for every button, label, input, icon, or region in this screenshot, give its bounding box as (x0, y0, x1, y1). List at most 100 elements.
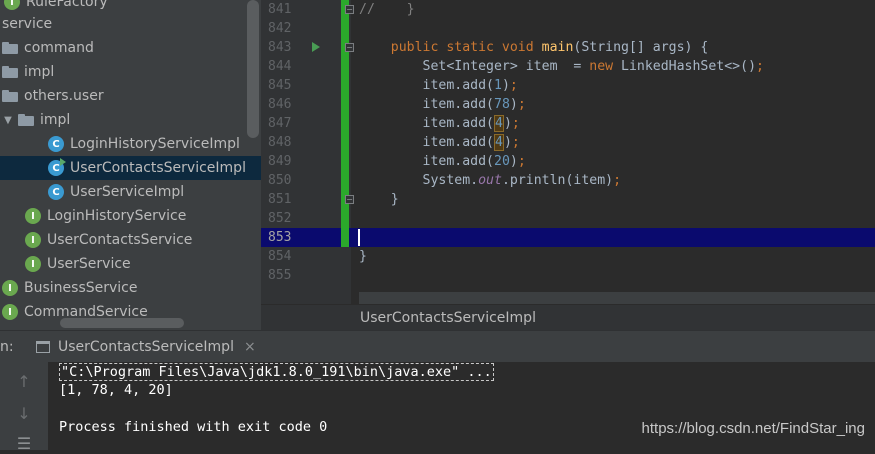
interface-icon: I (25, 256, 41, 272)
code-text: item.add( (422, 154, 494, 169)
run-gutter-icon[interactable] (312, 42, 320, 52)
package-icon (2, 66, 18, 78)
breadcrumb-item[interactable]: UserContactsServiceImpl (360, 310, 536, 326)
tree-item-label: others.user (24, 88, 104, 104)
runnable-class-icon: C (48, 158, 66, 176)
tree-item-label: UserServiceImpl (70, 184, 185, 200)
code-text: .println(item) (501, 173, 614, 188)
tree-item-label: BusinessService (24, 280, 138, 296)
tree-item-impl[interactable]: impl (0, 60, 261, 84)
soft-wrap-icon[interactable]: ☰ (14, 434, 34, 454)
fold-icon[interactable]: − (345, 5, 354, 14)
tree-horizontal-scrollbar[interactable] (60, 318, 184, 328)
tree-item-label: LoginHistoryServiceImpl (70, 136, 240, 152)
class-icon: C (48, 184, 64, 200)
tree-item-loginhistoryservice[interactable]: I LoginHistoryService (0, 204, 261, 228)
duplicate-value-highlight: 4 (494, 134, 504, 151)
code-line-850: System.out.println(item); (359, 171, 875, 190)
code-line-851: } (359, 190, 875, 209)
fold-icon[interactable]: − (345, 43, 354, 52)
interface-icon: I (2, 304, 18, 320)
console-exit-line: Process finished with exit code 0 (59, 419, 328, 435)
tree-item-usercontactsservice[interactable]: I UserContactsService (0, 228, 261, 252)
tree-item-label: LoginHistoryService (47, 208, 187, 224)
text-caret (358, 229, 360, 246)
tree-item-userservice[interactable]: I UserService (0, 252, 261, 276)
run-tab[interactable]: UserContactsServiceImpl × (28, 333, 264, 361)
tree-item-loginhistoryserviceimpl[interactable]: C LoginHistoryServiceImpl (0, 132, 261, 156)
class-icon: C (48, 136, 64, 152)
scroll-down-icon[interactable]: ↓ (14, 404, 34, 424)
code-line-841: // } (359, 2, 415, 17)
scroll-up-icon[interactable]: ↑ (14, 372, 34, 392)
tree-item-service[interactable]: service (0, 12, 261, 36)
breadcrumb[interactable]: UserContactsServiceImpl (261, 304, 875, 331)
number-literal: 78 (494, 97, 510, 112)
tree-item-userserviceimpl[interactable]: C UserServiceImpl (0, 180, 261, 204)
code-text: item.add( (422, 135, 494, 150)
code-line-848: item.add(4); (359, 133, 875, 152)
code-text: } (390, 192, 399, 207)
vcs-change-marker[interactable] (341, 0, 349, 228)
code-line-854: } (359, 247, 875, 266)
package-icon (18, 114, 34, 126)
code-text: item.add( (422, 78, 494, 93)
code-line-847: item.add(4); (359, 114, 875, 133)
run-panel-header: n: UserContactsServiceImpl × (0, 330, 875, 363)
tree-item-businessservice[interactable]: I BusinessService (0, 276, 261, 300)
console-window-icon (36, 341, 50, 353)
semicolon: ; (517, 97, 526, 112)
interface-icon: I (4, 0, 20, 10)
semicolon: ; (511, 135, 520, 150)
watermark: https://blog.csdn.net/FindStar_ing (641, 420, 865, 437)
project-tree: I RuleFactory service command impl other… (0, 0, 261, 330)
tree-item-command[interactable]: command (0, 36, 261, 60)
code-text: (String[] args) { (573, 40, 709, 55)
code-text: } (359, 249, 367, 264)
line-number-current: 853 (268, 230, 292, 245)
interface-icon: I (25, 232, 41, 248)
static-field: out (478, 173, 502, 188)
interface-icon: I (25, 208, 41, 224)
tree-item-label: command (24, 40, 94, 56)
tree-vertical-scrollbar[interactable] (247, 0, 259, 138)
tree-item-label: RuleFactory (26, 0, 108, 10)
tree-item-impl-open[interactable]: ▼ impl (0, 108, 261, 132)
fold-icon[interactable]: − (345, 195, 354, 204)
tree-item-usercontactsserviceimpl[interactable]: C UserContactsServiceImpl (0, 156, 261, 180)
code-line-845: item.add(1); (359, 76, 875, 95)
current-line-highlight (261, 228, 875, 247)
semicolon: ; (517, 154, 526, 169)
code-text: item.add( (422, 97, 494, 112)
code-text: System. (422, 173, 479, 188)
line-number: 850 (268, 173, 292, 188)
tree-item-others-user[interactable]: others.user (0, 84, 261, 108)
package-icon (2, 42, 18, 54)
line-number: 841 (268, 2, 292, 17)
semicolon: ; (756, 59, 764, 74)
close-icon[interactable]: × (244, 339, 256, 355)
tree-item-label: UserService (47, 256, 131, 272)
keyword: new (589, 59, 614, 74)
vcs-change-marker[interactable] (341, 228, 349, 247)
code-text: ) (509, 97, 518, 112)
number-literal: 1 (494, 78, 502, 93)
line-number: 854 (268, 249, 292, 264)
code-line-844: Set<Integer> item = new LinkedHashSet<>(… (359, 57, 875, 76)
code-text: ) (503, 135, 512, 150)
code-text: ) (503, 116, 512, 131)
tree-item-label: service (2, 16, 53, 32)
line-number: 844 (268, 59, 292, 74)
chevron-down-icon[interactable]: ▼ (2, 114, 14, 126)
line-number: 842 (268, 21, 292, 36)
keyword: public static void (390, 40, 542, 55)
tree-item-label: UserContactsService (47, 232, 193, 248)
line-number: 855 (268, 268, 292, 283)
line-number: 852 (268, 211, 292, 226)
editor-horizontal-scrollbar[interactable] (359, 292, 875, 304)
console-command-line[interactable]: "C:\Program Files\Java\jdk1.8.0_191\bin\… (59, 363, 494, 381)
code-line-846: item.add(78); (359, 95, 875, 114)
line-number: 851 (268, 192, 292, 207)
code-text: LinkedHashSet<>() (613, 59, 757, 74)
code-line-843: public static void main(String[] args) { (359, 38, 875, 57)
